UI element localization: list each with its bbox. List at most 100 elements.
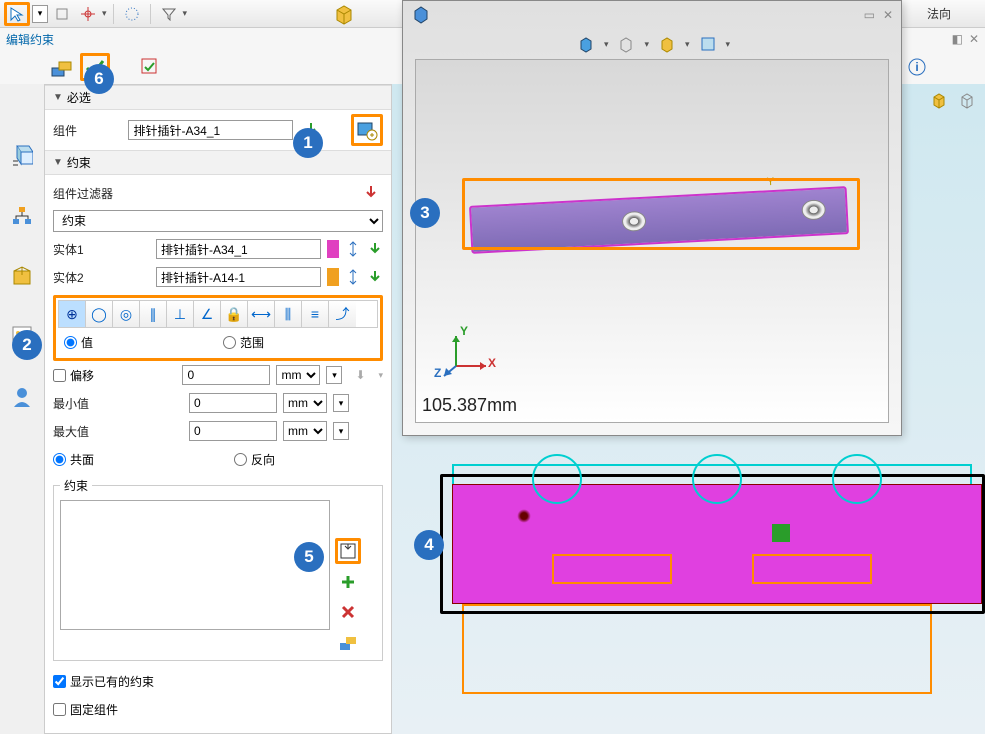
pin-icon[interactable]: ◧ bbox=[952, 32, 963, 46]
filter-pick-icon[interactable] bbox=[359, 181, 383, 205]
offset-input[interactable] bbox=[182, 365, 270, 385]
reverse-radio[interactable]: 反向 bbox=[234, 451, 275, 468]
preview-close-icon[interactable]: ✕ bbox=[883, 8, 893, 22]
shade-solid-icon[interactable] bbox=[574, 32, 598, 56]
panel-title: 编辑约束 bbox=[6, 31, 54, 48]
add-icon[interactable] bbox=[336, 570, 360, 594]
max-input[interactable] bbox=[189, 421, 277, 441]
select-dropdown[interactable]: ▾ bbox=[32, 5, 48, 23]
dotted-circle-icon[interactable] bbox=[120, 2, 144, 26]
callout-2: 2 bbox=[12, 330, 42, 360]
apply-button[interactable] bbox=[136, 53, 164, 81]
toolbar-cube-icon[interactable] bbox=[332, 2, 356, 26]
preview-min-icon[interactable]: ▭ bbox=[864, 8, 875, 22]
constraint-filter-dropdown[interactable]: 约束 bbox=[53, 210, 383, 232]
range-radio[interactable]: 范围 bbox=[223, 334, 264, 351]
body2-swap-icon[interactable] bbox=[345, 265, 361, 289]
concentric-icon[interactable]: ◎ bbox=[113, 301, 140, 327]
body1-input[interactable] bbox=[156, 239, 321, 259]
offset-check[interactable]: 偏移 bbox=[53, 367, 94, 384]
offset-unit[interactable]: mm bbox=[276, 365, 320, 385]
preview-titlebar[interactable]: ▭ ✕ bbox=[403, 1, 901, 29]
body2-input[interactable] bbox=[156, 267, 321, 287]
angle-icon[interactable]: ∠ bbox=[194, 301, 221, 327]
section-required-label: 必选 bbox=[67, 89, 91, 106]
edit-constraint-panel: ▼ 必选 组件 ▼ 约束 组件过滤器 bbox=[44, 84, 392, 734]
parallel-icon[interactable]: ∥ bbox=[140, 301, 167, 327]
preview-app-icon bbox=[411, 5, 431, 25]
offset-stepper[interactable]: ▾ bbox=[326, 366, 342, 384]
min-stepper[interactable]: ▾ bbox=[333, 394, 349, 412]
shade-hidden-icon[interactable] bbox=[655, 32, 679, 56]
info-icon[interactable]: i bbox=[905, 55, 929, 79]
coincident-icon[interactable]: ⊕ bbox=[59, 301, 86, 327]
shade-wire-icon[interactable] bbox=[614, 32, 638, 56]
callout-3: 3 bbox=[410, 198, 440, 228]
wireframe-part bbox=[462, 604, 932, 694]
min-unit[interactable]: mm bbox=[283, 393, 327, 413]
body2-pick-icon[interactable] bbox=[367, 265, 383, 289]
preview-window: ▭ ✕ ▾ ▾ ▾ ▾ Y X Y Z 105.387mm bbox=[402, 0, 902, 436]
callout-1: 1 bbox=[293, 128, 323, 158]
component-label: 组件 bbox=[53, 122, 122, 139]
highlight-component-button[interactable] bbox=[351, 114, 383, 146]
distance-icon[interactable]: ⟷ bbox=[248, 301, 275, 327]
constraint-list-legend: 约束 bbox=[60, 477, 92, 494]
lock-icon[interactable]: 🔒 bbox=[221, 301, 248, 327]
callout-6: 6 bbox=[84, 64, 114, 94]
highlight-frame-3 bbox=[462, 178, 860, 250]
wireframe-slot bbox=[752, 554, 872, 584]
body2-color-chip bbox=[327, 268, 339, 286]
hole-icon bbox=[512, 504, 536, 528]
section-constraint-header[interactable]: ▼ 约束 bbox=[45, 150, 391, 175]
axis-y-label: Y bbox=[460, 324, 468, 338]
cube-tree-icon[interactable] bbox=[10, 144, 34, 168]
box-icon[interactable] bbox=[10, 264, 34, 288]
left-icon-strip bbox=[0, 84, 44, 734]
preview-canvas[interactable]: Y X Y Z 105.387mm bbox=[415, 59, 889, 423]
coplane-radio[interactable]: 共面 bbox=[53, 451, 94, 468]
green-marker bbox=[772, 524, 790, 542]
offset-pick-icon[interactable]: ⬇ bbox=[348, 363, 372, 387]
max-label: 最大值 bbox=[53, 423, 123, 440]
svg-text:i: i bbox=[915, 60, 918, 74]
orient-icon[interactable]: ⤴ bbox=[329, 301, 356, 327]
parallel2-icon[interactable]: ⫼ bbox=[275, 301, 302, 327]
constraint-list[interactable] bbox=[60, 500, 330, 630]
show-existing-check[interactable]: 显示已有的约束 bbox=[53, 673, 154, 690]
toolbar-btn-1[interactable] bbox=[50, 2, 74, 26]
equal-icon[interactable]: ≡ bbox=[302, 301, 329, 327]
constraint-type-icons: ⊕ ◯ ◎ ∥ ⊥ ∠ 🔒 ⟷ ⫼ ≡ ⤴ bbox=[58, 300, 378, 328]
user-icon[interactable] bbox=[10, 384, 34, 408]
apply-constraint-icon[interactable] bbox=[336, 630, 360, 654]
body1-label: 实体1 bbox=[53, 241, 123, 258]
assembly-icon[interactable] bbox=[48, 53, 76, 81]
shade-trans-icon[interactable] bbox=[696, 32, 720, 56]
perpendicular-icon[interactable]: ⊥ bbox=[167, 301, 194, 327]
delete-icon[interactable] bbox=[336, 600, 360, 624]
close-icon[interactable]: ✕ bbox=[969, 32, 979, 46]
crosshair-icon[interactable] bbox=[76, 2, 100, 26]
wireframe-slot bbox=[552, 554, 672, 584]
body1-color-chip bbox=[327, 240, 339, 258]
axis-x-label: X bbox=[488, 356, 496, 370]
select-tool-button[interactable] bbox=[4, 2, 30, 26]
max-stepper[interactable]: ▾ bbox=[333, 422, 349, 440]
dropdown-caret: ▾ bbox=[102, 8, 107, 19]
org-chart-icon[interactable] bbox=[10, 204, 34, 228]
body2-label: 实体2 bbox=[53, 269, 123, 286]
max-unit[interactable]: mm bbox=[283, 421, 327, 441]
dropdown-caret: ▾ bbox=[183, 8, 188, 19]
tangent-icon[interactable]: ◯ bbox=[86, 301, 113, 327]
body1-pick-icon[interactable] bbox=[367, 237, 383, 261]
cube-wire-icon[interactable] bbox=[955, 88, 979, 112]
filter-label: 组件过滤器 bbox=[53, 185, 173, 202]
component-input[interactable] bbox=[128, 120, 293, 140]
fix-component-check[interactable]: 固定组件 bbox=[53, 701, 118, 718]
add-constraint-button[interactable] bbox=[335, 538, 361, 564]
filter-icon[interactable] bbox=[157, 2, 181, 26]
cube-solid-icon[interactable] bbox=[927, 88, 951, 112]
value-radio[interactable]: 值 bbox=[64, 334, 93, 351]
body1-swap-icon[interactable] bbox=[345, 237, 361, 261]
min-input[interactable] bbox=[189, 393, 277, 413]
